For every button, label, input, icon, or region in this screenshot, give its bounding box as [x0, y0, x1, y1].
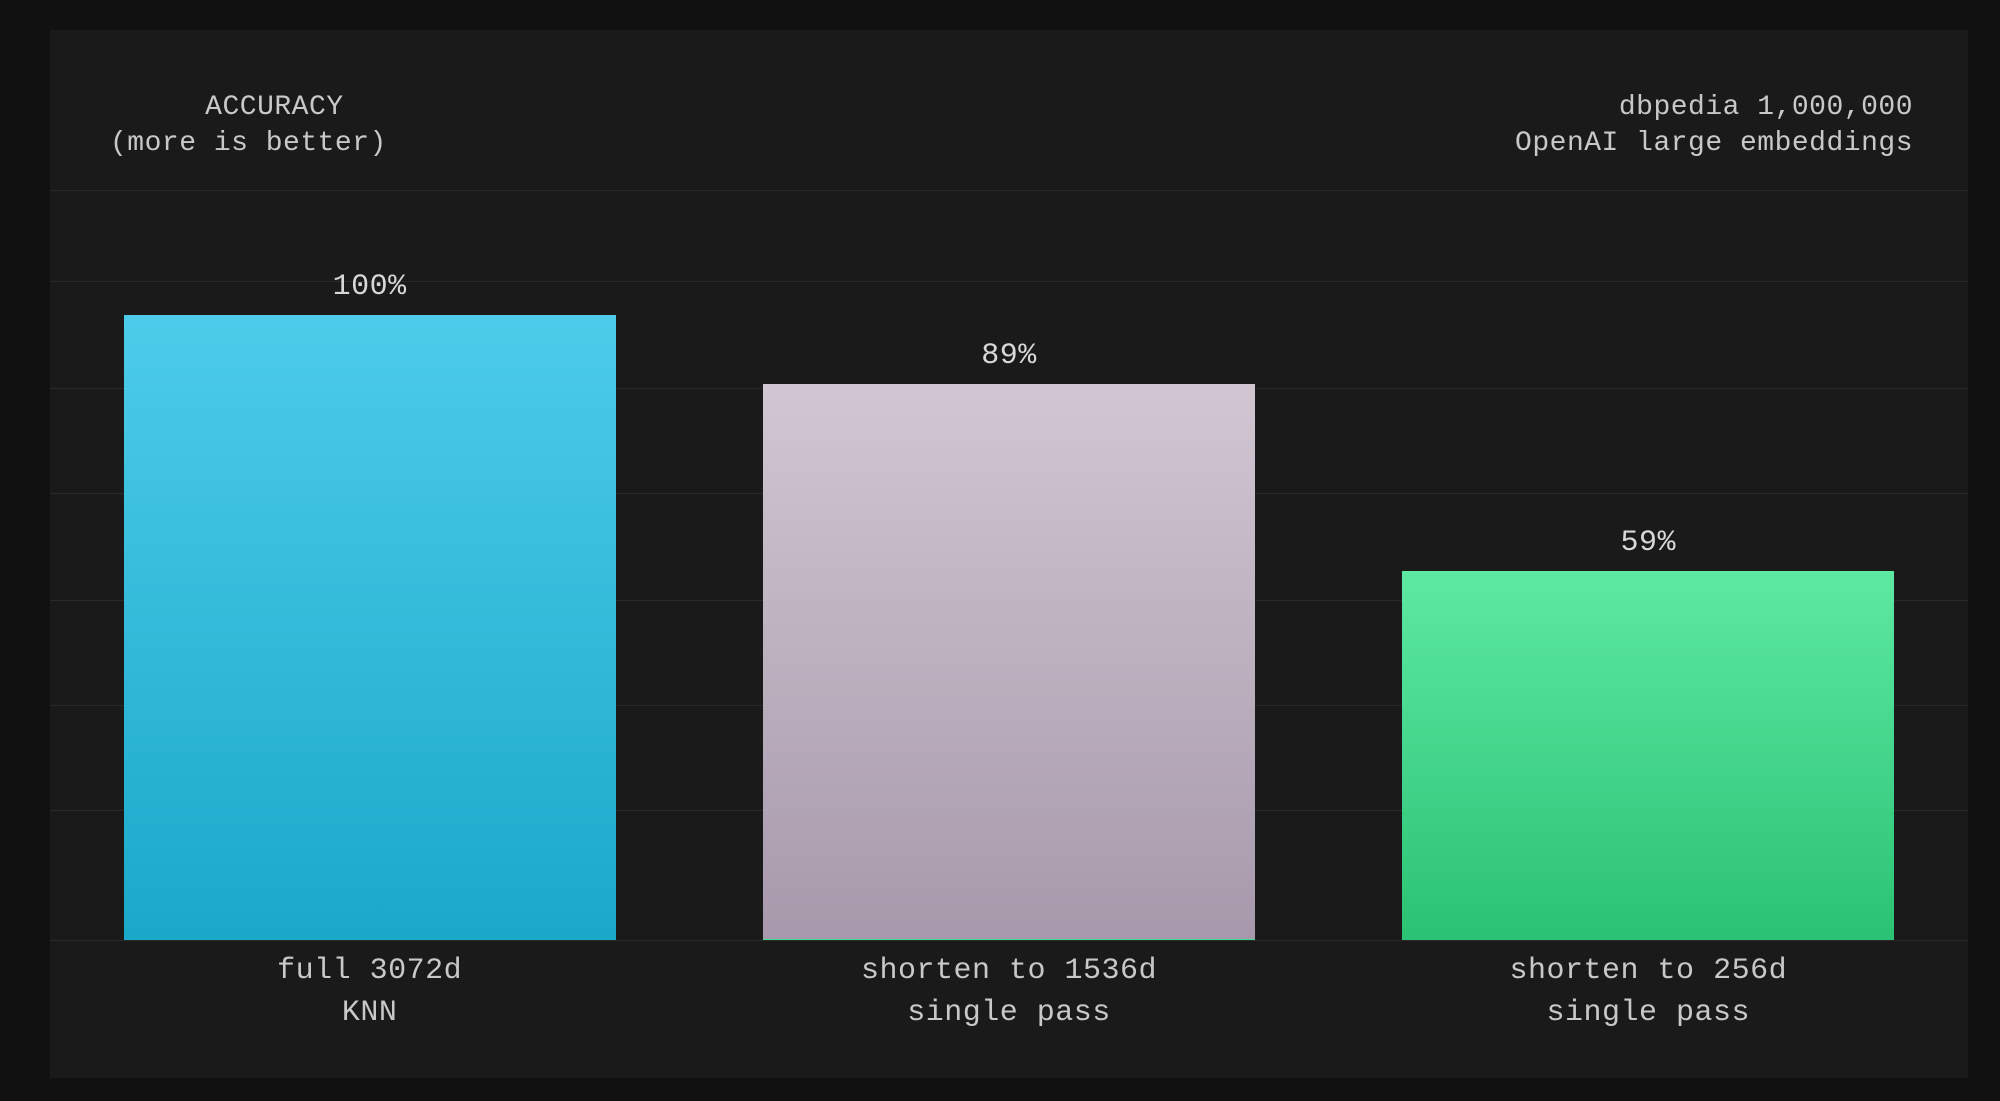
chart-bars: 100% 89% 59%: [50, 190, 1968, 940]
chart-bar-slot: 100%: [124, 190, 616, 940]
chart-x-label: shorten to 1536d single pass: [763, 950, 1255, 1034]
chart-bar: 100%: [124, 315, 616, 940]
chart-bar-slot: 89%: [763, 190, 1255, 940]
chart-bar: 59%: [1402, 571, 1894, 940]
chart-bar-value-label: 100%: [124, 270, 616, 304]
chart-x-label: shorten to 256d single pass: [1402, 950, 1894, 1034]
chart-plot-area: 100% 89% 59%: [50, 190, 1968, 940]
chart-title-right: dbpedia 1,000,000 OpenAI large embedding…: [1515, 90, 1913, 163]
chart-gridline: [50, 940, 1968, 941]
chart-bar: 89%: [763, 384, 1255, 940]
chart-stage: ACCURACY (more is better) dbpedia 1,000,…: [50, 30, 1968, 1078]
chart-title-left: ACCURACY (more is better): [110, 90, 387, 163]
chart-bar-slot: 59%: [1402, 190, 1894, 940]
chart-bar-value-label: 59%: [1402, 526, 1894, 560]
chart-x-label: full 3072d KNN: [124, 950, 616, 1034]
chart-x-labels: full 3072d KNN shorten to 1536d single pa…: [50, 950, 1968, 1034]
chart-bar-value-label: 89%: [763, 339, 1255, 373]
